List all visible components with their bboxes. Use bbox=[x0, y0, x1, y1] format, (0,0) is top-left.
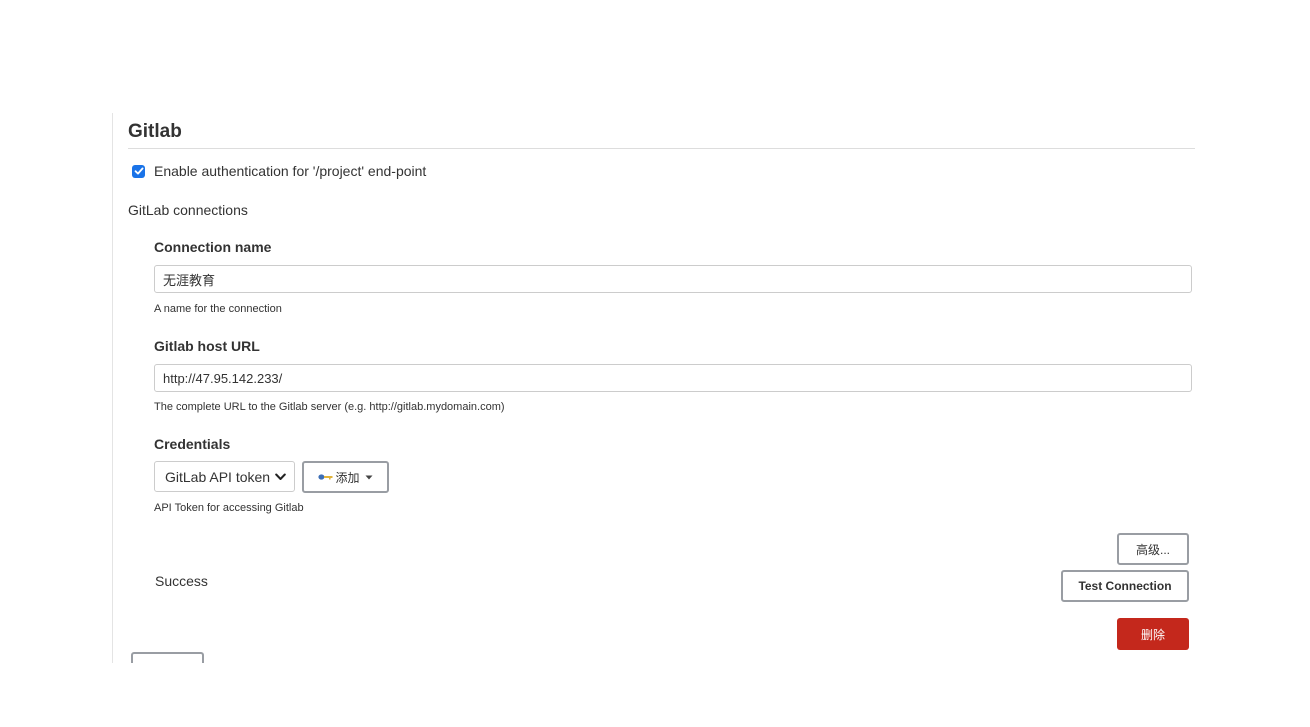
bottom-mask bbox=[0, 663, 1310, 727]
checkmark-icon bbox=[134, 167, 143, 175]
connection-name-label: Connection name bbox=[154, 239, 272, 255]
advanced-button[interactable]: 高级... bbox=[1117, 533, 1189, 565]
key-icon bbox=[318, 473, 333, 481]
credentials-select[interactable]: GitLab API token bbox=[154, 461, 295, 492]
auth-checkbox[interactable] bbox=[132, 164, 145, 178]
auth-checkbox-row[interactable]: Enable authentication for '/project' end… bbox=[132, 163, 426, 179]
host-url-input[interactable] bbox=[154, 364, 1192, 392]
section-divider bbox=[128, 148, 1195, 149]
add-credentials-label: 添加 bbox=[335, 470, 360, 485]
test-connection-button[interactable]: Test Connection bbox=[1061, 570, 1189, 602]
connection-status-text: Success bbox=[155, 573, 208, 589]
credentials-help: API Token for accessing Gitlab bbox=[154, 502, 304, 514]
connection-name-help: A name for the connection bbox=[154, 303, 282, 315]
credentials-label: Credentials bbox=[154, 436, 231, 452]
host-url-label: Gitlab host URL bbox=[154, 338, 260, 354]
left-rule bbox=[112, 113, 113, 663]
gitlab-connections-label: GitLab connections bbox=[128, 202, 248, 218]
caret-down-icon bbox=[365, 475, 373, 480]
add-credentials-button[interactable]: 添加 bbox=[302, 461, 389, 493]
gitlab-config-page: Gitlab Enable authentication for '/proje… bbox=[0, 0, 1310, 727]
delete-button[interactable]: 删除 bbox=[1117, 618, 1189, 650]
credentials-selected-value: GitLab API token bbox=[165, 468, 271, 485]
host-url-help: The complete URL to the Gitlab server (e… bbox=[154, 401, 505, 413]
section-title: Gitlab bbox=[128, 121, 182, 142]
chevron-down-icon bbox=[274, 471, 286, 483]
auth-checkbox-label: Enable authentication for '/project' end… bbox=[154, 163, 427, 179]
connection-name-input[interactable] bbox=[154, 265, 1192, 293]
